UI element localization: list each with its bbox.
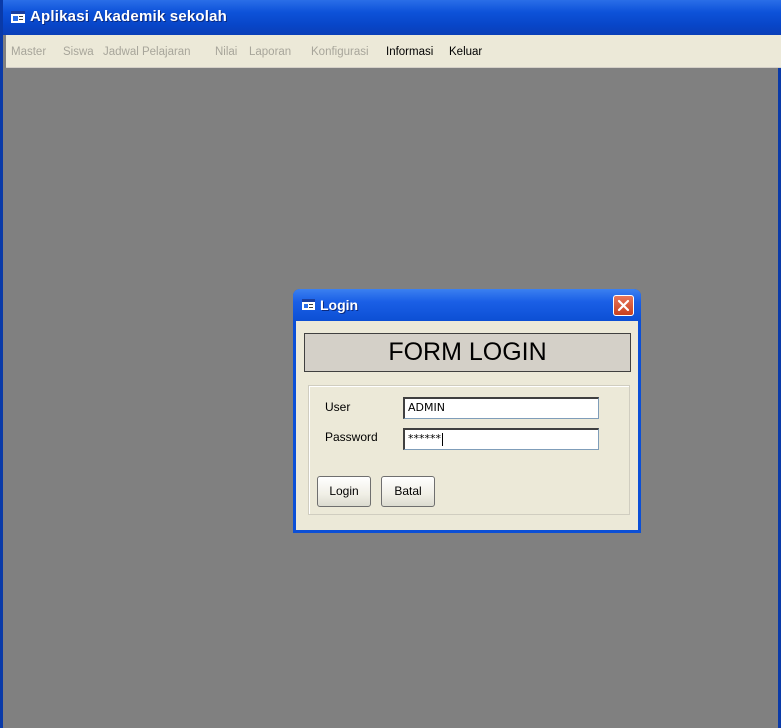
dialog-title-bar[interactable]: Login xyxy=(293,289,641,321)
password-input[interactable]: ****** xyxy=(403,428,599,450)
menu-master[interactable]: Master xyxy=(11,46,46,58)
user-label: User xyxy=(325,400,351,414)
menu-keluar[interactable]: Keluar xyxy=(449,46,482,58)
menu-siswa[interactable]: Siswa xyxy=(63,46,94,58)
menu-konfigurasi[interactable]: Konfigurasi xyxy=(311,46,369,58)
form-icon xyxy=(302,299,315,310)
menu-laporan[interactable]: Laporan xyxy=(249,46,291,58)
login-frame: User ADMIN Password ****** Login Batal xyxy=(308,385,630,515)
login-button[interactable]: Login xyxy=(317,476,371,507)
app-window: Aplikasi Akademik sekolah Master Siswa J… xyxy=(0,0,781,728)
cancel-button[interactable]: Batal xyxy=(381,476,435,507)
menu-jadwal-pelajaran[interactable]: Jadwal Pelajaran xyxy=(103,46,191,58)
login-dialog: Login FORM LOGIN User ADMIN Password ***… xyxy=(293,289,641,533)
menu-nilai[interactable]: Nilai xyxy=(215,46,237,58)
title-bar[interactable]: Aplikasi Akademik sekolah xyxy=(3,0,781,35)
close-icon xyxy=(617,299,630,312)
window-title: Aplikasi Akademik sekolah xyxy=(30,8,228,25)
dialog-title: Login xyxy=(320,297,359,313)
menu-informasi[interactable]: Informasi xyxy=(386,46,433,58)
user-input-value: ADMIN xyxy=(408,401,445,414)
form-banner: FORM LOGIN xyxy=(304,333,631,372)
app-window-icon xyxy=(11,11,25,23)
close-button[interactable] xyxy=(613,295,634,316)
password-label: Password xyxy=(325,430,378,444)
user-input[interactable]: ADMIN xyxy=(403,397,599,419)
text-caret xyxy=(442,432,443,446)
dialog-body: FORM LOGIN User ADMIN Password ****** Lo… xyxy=(296,321,638,530)
password-input-value: ****** xyxy=(408,432,441,445)
menu-bar: Master Siswa Jadwal Pelajaran Nilai Lapo… xyxy=(6,35,781,68)
